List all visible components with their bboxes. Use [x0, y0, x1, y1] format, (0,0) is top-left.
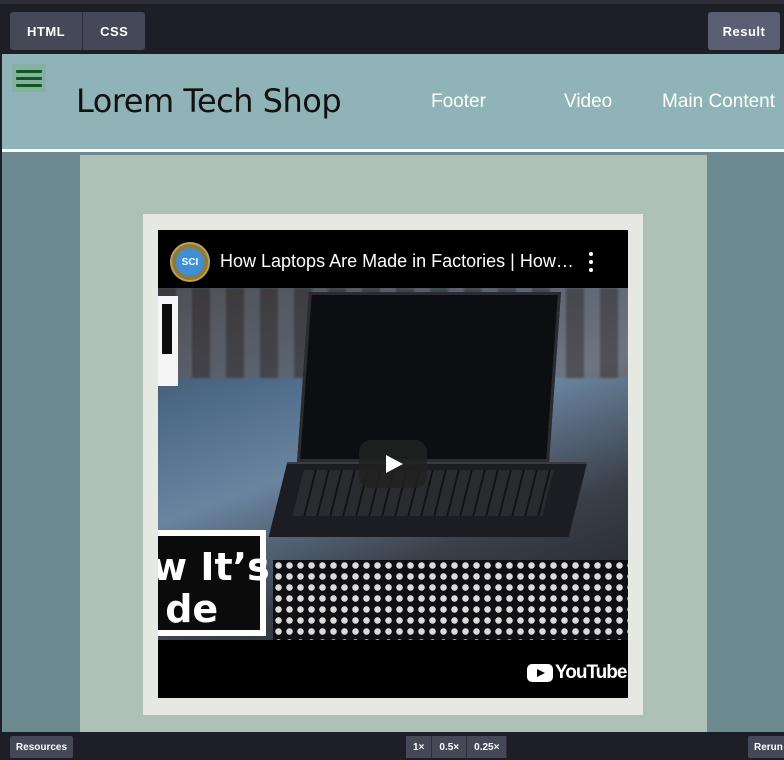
editor-tab-group: HTML CSS	[10, 12, 146, 50]
site-brand: Lorem Tech Shop	[76, 82, 342, 120]
video-title[interactable]: How Laptops Are Made in Factories | How…	[220, 251, 574, 272]
overlay-text: w It’s de	[158, 545, 270, 631]
video-frame: w It’s de SCI How Laptops Are Made in Fa…	[143, 214, 643, 715]
channel-logo-fragment	[158, 296, 178, 386]
nav-link-main-content[interactable]: Main Content	[662, 91, 775, 113]
nav-link-video[interactable]: Video	[564, 91, 612, 113]
video-bottom-bar: YouTube	[158, 640, 628, 698]
tab-css[interactable]: CSS	[83, 12, 146, 50]
main-content: w It’s de SCI How Laptops Are Made in Fa…	[80, 155, 707, 732]
perforated-metal-image	[273, 560, 628, 640]
channel-initials: SCI	[176, 248, 204, 276]
site-header: Lorem Tech Shop Footer Video Main Conten…	[2, 54, 784, 152]
zoom-group: 1× 0.5× 0.25×	[406, 736, 508, 758]
zoom-05x-button[interactable]: 0.5×	[432, 736, 468, 758]
result-button[interactable]: Result	[708, 12, 780, 50]
how-its-made-overlay: w It’s de	[158, 530, 270, 636]
youtube-logo[interactable]: YouTube	[527, 662, 627, 684]
zoom-1x-button[interactable]: 1×	[406, 736, 433, 758]
result-preview: Lorem Tech Shop Footer Video Main Conten…	[2, 54, 784, 732]
editor-bottombar: Resources 1× 0.5× 0.25× Rerun	[0, 732, 784, 760]
youtube-play-icon	[527, 664, 553, 682]
channel-avatar[interactable]: SCI	[170, 242, 210, 282]
more-options-icon[interactable]	[586, 252, 596, 272]
nav-link-footer[interactable]: Footer	[431, 91, 486, 113]
youtube-embed[interactable]: w It’s de SCI How Laptops Are Made in Fa…	[158, 230, 628, 698]
play-button-icon[interactable]	[359, 440, 427, 488]
editor-topbar: HTML CSS Result	[0, 0, 784, 54]
rerun-button[interactable]: Rerun	[748, 736, 784, 758]
hamburger-menu-icon[interactable]	[12, 64, 46, 92]
tab-html[interactable]: HTML	[10, 12, 84, 50]
zoom-025x-button[interactable]: 0.25×	[467, 736, 508, 758]
youtube-wordmark: YouTube	[555, 662, 627, 683]
video-title-bar: SCI How Laptops Are Made in Factories | …	[158, 230, 628, 288]
laptop-screen-image	[297, 292, 561, 462]
resources-button[interactable]: Resources	[10, 736, 73, 758]
